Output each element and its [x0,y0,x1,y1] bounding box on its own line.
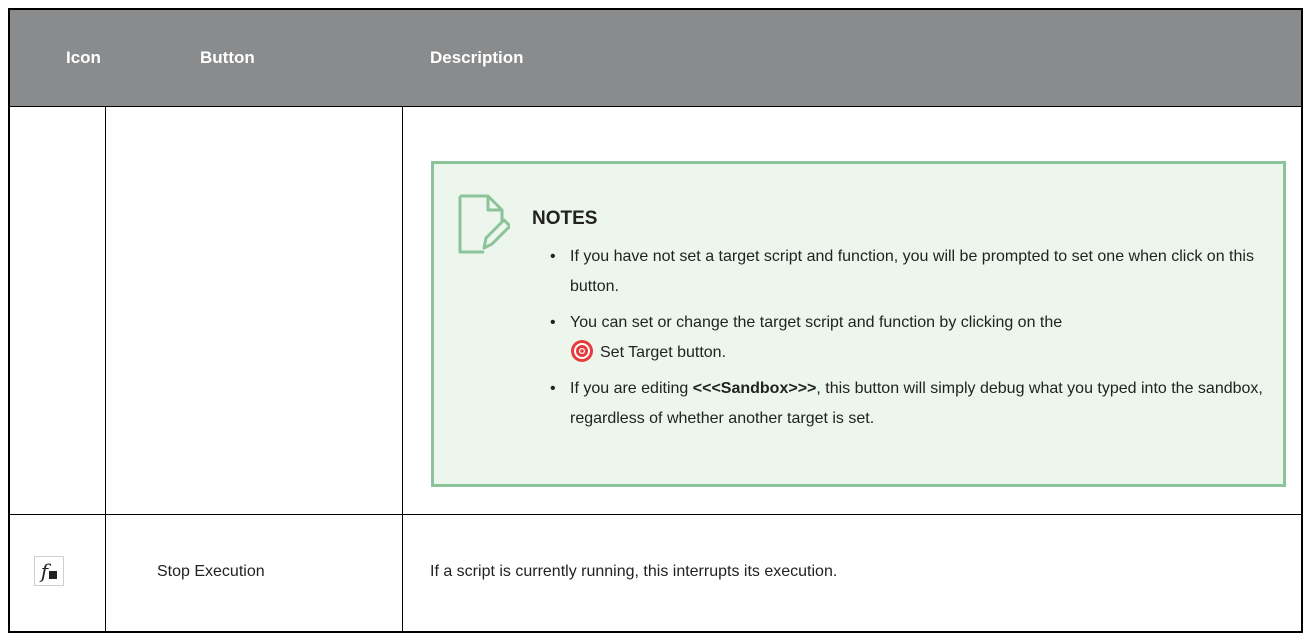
stop-execution-label: Stop Execution [157,563,265,580]
button-table: Icon Button Description NOTES If you hav… [8,8,1303,633]
table-row: NOTES If you have not set a target scrip… [10,107,1301,515]
notes-bullet-text: If you have not set a target script and … [570,248,1254,295]
notes-bullet-text: If you are editing [570,380,693,397]
notes-box: NOTES If you have not set a target scrip… [431,161,1286,487]
header-description: Description [430,48,524,67]
notes-bullet-text: Set Target button. [600,344,727,361]
function-stop-icon: f [34,556,64,586]
list-item: If you have not set a target script and … [546,242,1266,302]
note-edit-icon [458,194,510,254]
notes-title: NOTES [532,208,598,229]
header-button: Button [200,48,255,67]
stop-execution-description: If a script is currently running, this i… [430,563,838,580]
sandbox-label: <<<Sandbox>>> [692,380,817,397]
table-row: f Stop Execution If a script is currentl… [10,515,1301,631]
header-icon: Icon [66,48,101,67]
target-icon [571,340,593,362]
table-header: Icon Button Description [10,10,1301,107]
notes-bullet-text: You can set or change the target script … [570,314,1063,331]
list-item: If you are editing <<<Sandbox>>>, this b… [546,374,1266,434]
notes-list: If you have not set a target script and … [546,242,1266,440]
list-item: You can set or change the target script … [546,308,1266,368]
